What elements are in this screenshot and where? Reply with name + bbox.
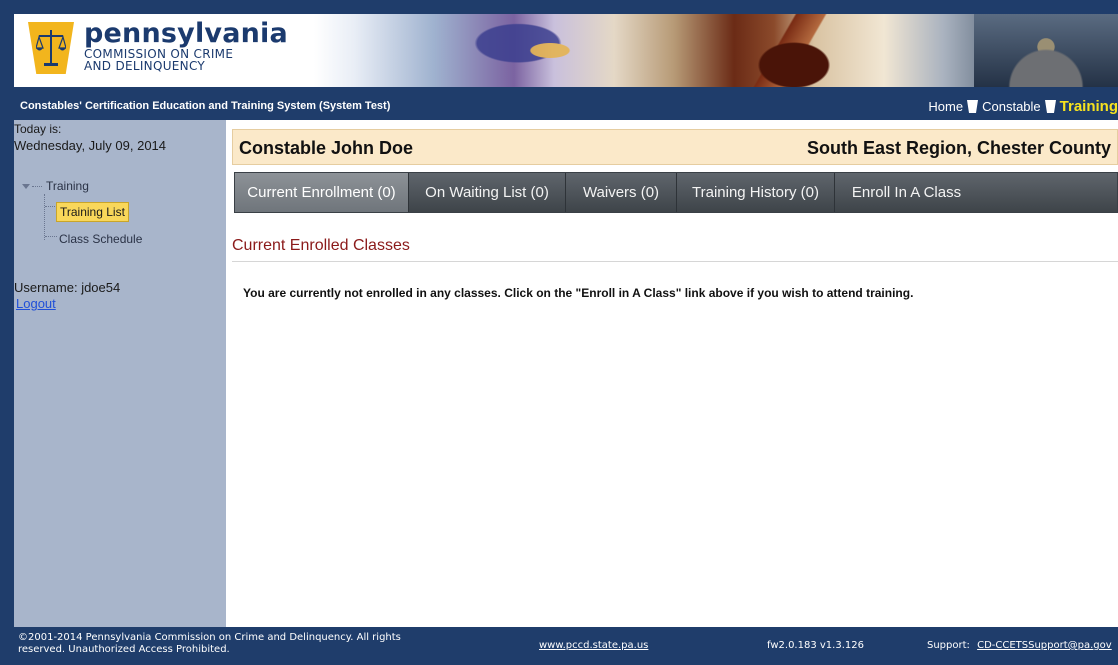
tree-root-training[interactable]: Training: [22, 179, 89, 193]
pccd-logo[interactable]: pennsylvania COMMISSION ON CRIME AND DEL…: [26, 20, 288, 78]
logo-subtitle-2: AND DELINQUENCY: [84, 59, 206, 73]
copyright-text: ©2001-2014 Pennsylvania Commission on Cr…: [18, 632, 401, 655]
keystone-separator-icon: [967, 100, 979, 113]
version-label: fw2.0.183 v1.3.126: [767, 640, 864, 651]
nav-home-link[interactable]: Home: [928, 99, 963, 114]
username-label: Username: jdoe54: [14, 280, 121, 295]
banner-seal-image: [454, 14, 614, 87]
logo-text: pennsylvania COMMISSION ON CRIME AND DEL…: [84, 18, 288, 73]
nav-training-link[interactable]: Training: [1060, 98, 1118, 115]
today-date: Wednesday, July 09, 2014: [14, 138, 167, 153]
header-banner: pennsylvania COMMISSION ON CRIME AND DEL…: [14, 14, 1118, 90]
tab-waiting-list[interactable]: On Waiting List (0): [409, 173, 566, 212]
support-email-link[interactable]: CD-CCETSSupport@pa.gov: [977, 640, 1112, 651]
logo-title: pennsylvania: [84, 18, 288, 49]
tab-training-history[interactable]: Training History (0): [677, 173, 835, 212]
site-link[interactable]: www.pccd.state.pa.us: [539, 640, 648, 651]
logout-link[interactable]: Logout: [16, 296, 56, 311]
tab-waivers[interactable]: Waivers (0): [566, 173, 677, 212]
tree-item-training-list[interactable]: Training List: [56, 202, 129, 222]
keystone-separator-icon: [1044, 100, 1056, 113]
keystone-scales-icon: [26, 20, 76, 78]
system-name: Constables' Certification Education and …: [20, 100, 391, 112]
breadcrumb: Home Constable Training: [924, 98, 1118, 115]
tab-bar: Current Enrollment (0) On Waiting List (…: [234, 172, 1118, 213]
constable-header: Constable John Doe South East Region, Ch…: [232, 129, 1118, 165]
footer: ©2001-2014 Pennsylvania Commission on Cr…: [14, 627, 1118, 665]
enrollment-message: You are currently not enrolled in any cl…: [243, 286, 914, 300]
nav-constable-link[interactable]: Constable: [982, 99, 1041, 114]
tree-item-class-schedule[interactable]: Class Schedule: [56, 230, 145, 248]
section-title: Current Enrolled Classes: [232, 237, 410, 254]
main-content: Constable John Doe South East Region, Ch…: [226, 120, 1118, 627]
section-divider: [232, 261, 1118, 262]
banner-capitol-image: [974, 14, 1118, 87]
tree-root-label: Training: [46, 179, 89, 193]
top-nav-bar: Constables' Certification Education and …: [14, 93, 1118, 120]
banner-gavel-image: [714, 14, 874, 87]
today-label: Today is:: [14, 122, 62, 136]
sidebar: Today is: Wednesday, July 09, 2014 Train…: [14, 120, 226, 627]
tab-current-enrollment[interactable]: Current Enrollment (0): [235, 173, 409, 212]
collapse-triangle-icon[interactable]: [22, 183, 30, 189]
region-label: South East Region, Chester County: [806, 138, 1111, 158]
tab-enroll-in-class[interactable]: Enroll In A Class: [835, 173, 978, 212]
support-info: Support: CD-CCETSSupport@pa.gov: [927, 640, 1112, 651]
support-label: Support:: [927, 640, 970, 651]
constable-name: Constable John Doe: [239, 138, 414, 158]
